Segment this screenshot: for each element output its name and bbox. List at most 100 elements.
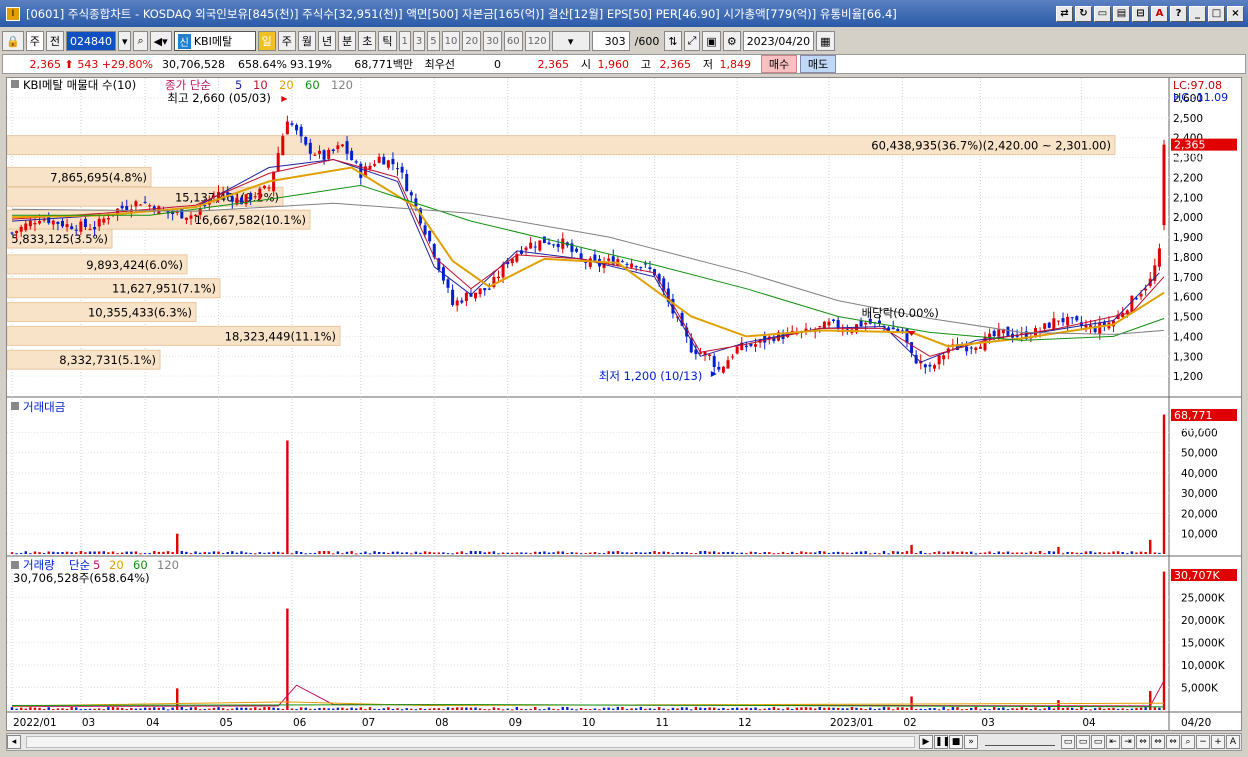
volume-bar	[749, 708, 753, 710]
volume-bar	[281, 708, 284, 710]
volume-bar	[933, 708, 936, 710]
price-legend-item: 10	[253, 78, 268, 92]
refresh-icon[interactable]: ↻	[1075, 5, 1092, 22]
volume-bar	[212, 707, 216, 710]
open-price: 1,960	[597, 57, 630, 71]
buy-button[interactable]: 매수	[761, 55, 797, 73]
tool-f-icon[interactable]: ⇔	[1136, 735, 1150, 749]
candle-body	[327, 149, 331, 159]
period-minute[interactable]: 분	[338, 31, 357, 51]
stock-name-text: KBI메탈	[193, 35, 233, 48]
save-icon[interactable]: ▣	[702, 31, 721, 51]
lock-icon[interactable]: 🔒	[2, 31, 24, 51]
candle-body	[139, 204, 143, 206]
volume-bar	[970, 707, 973, 710]
candle-body	[556, 243, 560, 248]
step-custom-input[interactable]: ▾	[551, 31, 590, 51]
amount-bar	[437, 552, 441, 554]
calendar-icon[interactable]: ▦	[816, 31, 835, 51]
dropdown-icon[interactable]: ▾	[117, 31, 132, 51]
font-size-icon[interactable]: A	[1226, 735, 1240, 749]
zoom-icon[interactable]: ⌕	[1181, 735, 1195, 749]
maximize-icon[interactable]: □	[1208, 5, 1225, 22]
tool-icon[interactable]: ⇅	[664, 31, 682, 51]
period-day[interactable]: 일	[257, 31, 276, 51]
amount-bar	[478, 551, 482, 554]
amount-bar	[1126, 553, 1129, 555]
step-1[interactable]: 1	[398, 31, 411, 51]
stock-name[interactable]: 신 KBI메탈	[173, 31, 256, 51]
period-month[interactable]: 월	[297, 31, 317, 51]
candle-body	[60, 220, 64, 227]
window-icon[interactable]: ▭	[1094, 5, 1111, 22]
fast-forward-icon[interactable]: »	[964, 735, 978, 749]
candle-body	[97, 218, 101, 227]
amount-bar	[88, 551, 92, 554]
volume-bar	[139, 708, 142, 710]
search-icon[interactable]: ⌕	[133, 31, 148, 51]
candle-body	[575, 248, 579, 252]
chart-area[interactable]: 2022/01 03 04 05 06 07 08 09 10 11 12 2023/01 02 03 04…	[6, 77, 1242, 731]
help-icon[interactable]: ?	[1170, 5, 1187, 22]
amount-bar	[823, 551, 826, 554]
volume-bar	[217, 707, 220, 710]
period-second[interactable]: 초	[358, 31, 377, 51]
horizontal-scrollbar[interactable]	[26, 736, 915, 748]
play-icon[interactable]: ▶	[919, 735, 933, 749]
period-tick[interactable]: 틱	[378, 31, 397, 51]
volume-profile-label: 7,865,695(4.8%)	[50, 170, 147, 184]
market-select[interactable]: 주	[25, 31, 44, 51]
volume-bar	[492, 707, 496, 710]
layout-icon[interactable]: ▤	[1113, 5, 1130, 22]
minus-icon[interactable]: −	[1196, 735, 1210, 749]
stock-code-input[interactable]: 024840	[65, 31, 116, 51]
step-120[interactable]: 120	[524, 31, 550, 51]
volume-bar	[75, 707, 78, 710]
pause-icon[interactable]: ❚❚	[934, 735, 950, 749]
sell-button[interactable]: 매도	[800, 55, 836, 73]
amount-bar	[1130, 551, 1134, 554]
volume-bar	[1052, 708, 1056, 710]
step-3[interactable]: 3	[412, 31, 426, 51]
tool-g-icon[interactable]: ⇔	[1151, 735, 1165, 749]
prev-button[interactable]: 전	[45, 31, 64, 51]
tool-a-icon[interactable]: ▭	[1061, 735, 1075, 749]
minimize-icon[interactable]: _	[1189, 5, 1206, 22]
count-input[interactable]: 303	[591, 31, 630, 51]
tool-b-icon[interactable]: ▭	[1076, 735, 1090, 749]
step-60[interactable]: 60	[503, 31, 523, 51]
chart-svg[interactable]: 2022/01 03 04 05 06 07 08 09 10 11 12 2023/01 02 03 04…	[6, 78, 1241, 730]
link-icon[interactable]: ⇄	[1056, 5, 1073, 22]
price-tick-label: 2,100	[1173, 192, 1203, 204]
amount-bar	[295, 551, 298, 554]
step-5[interactable]: 5	[427, 31, 440, 51]
period-year[interactable]: 년	[318, 31, 337, 51]
close-icon[interactable]: ×	[1227, 5, 1244, 22]
speaker-icon[interactable]: ◀▾	[149, 31, 172, 51]
plus-icon[interactable]: +	[1211, 735, 1225, 749]
speed-slider[interactable]	[985, 738, 1055, 746]
settings-icon[interactable]: ⚙	[722, 31, 741, 51]
step-30[interactable]: 30	[483, 31, 502, 51]
amount-bar	[501, 552, 505, 554]
candle-body	[754, 344, 758, 347]
period-week[interactable]: 주	[277, 31, 296, 51]
amount-bar	[116, 553, 119, 555]
capture-icon[interactable]: ⊟	[1132, 5, 1149, 22]
volume-bar	[235, 707, 239, 710]
tool-d-icon[interactable]: ⇤	[1106, 735, 1120, 749]
date-input[interactable]: 2023/04/20	[742, 31, 815, 51]
tool-h-icon[interactable]: ⇔	[1166, 735, 1180, 749]
candle-body	[345, 141, 349, 154]
stop-icon[interactable]: ■	[949, 735, 963, 749]
amount-bar	[556, 551, 560, 554]
tool-c-icon[interactable]: ▭	[1091, 735, 1105, 749]
tool-e-icon[interactable]: ⇥	[1121, 735, 1135, 749]
trend-icon[interactable]: ⤢	[683, 31, 701, 51]
candle-body	[721, 366, 725, 373]
font-icon[interactable]: A	[1151, 5, 1168, 22]
scroll-left-icon[interactable]: ◂	[7, 735, 21, 749]
step-20[interactable]: 20	[462, 31, 482, 51]
volume-bar	[1057, 700, 1060, 710]
step-10[interactable]: 10	[441, 31, 461, 51]
